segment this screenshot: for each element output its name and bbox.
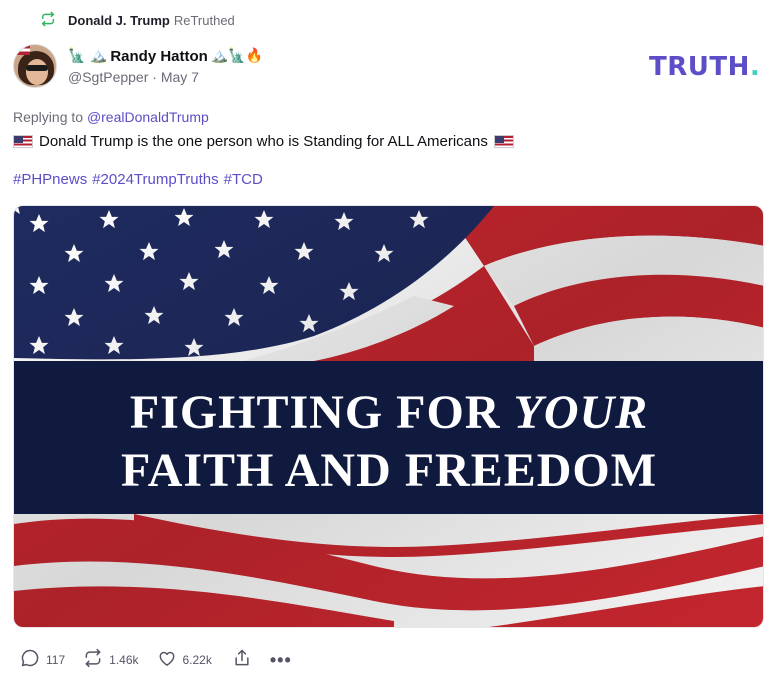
truth-logo[interactable]: TRUTH. — [649, 52, 760, 82]
retruth-action-icon — [83, 648, 103, 671]
name-emoji-suffix: 🏔️🗽🔥 — [210, 48, 264, 64]
display-name[interactable]: Randy Hatton — [110, 48, 208, 65]
more-options-icon: ••• — [269, 649, 292, 670]
handle-row: @SgtPepper · May 7 — [68, 69, 263, 85]
us-flag-emoji-icon — [13, 135, 33, 148]
hashtag-link[interactable]: #PHPnews — [13, 171, 87, 188]
replying-to-label: Replying to — [13, 109, 84, 125]
banner-line-2: FAITH AND FREEDOM — [121, 444, 657, 497]
replying-to: Replying to @realDonaldTrump — [13, 109, 209, 125]
hashtag-link[interactable]: #TCD — [224, 171, 263, 188]
display-name-row[interactable]: 🗽 🏔️ Randy Hatton 🏔️🗽🔥 — [68, 46, 263, 66]
more-options-button[interactable]: ••• — [269, 649, 292, 670]
author-block: 🗽 🏔️ Randy Hatton 🏔️🗽🔥 @SgtPepper · May … — [68, 44, 263, 86]
retruth-count: 1.46k — [109, 652, 139, 667]
user-handle[interactable]: @SgtPepper — [68, 69, 148, 85]
reply-button[interactable]: 117 — [20, 648, 65, 671]
action-bar: 117 1.46k 6.22k ••• — [20, 648, 292, 671]
reply-icon — [20, 648, 40, 671]
reply-count: 117 — [46, 652, 66, 667]
like-count: 6.22k — [182, 652, 212, 667]
hashtags: #PHPnews #2024TrumpTruths #TCD — [13, 171, 263, 188]
hashtag-link[interactable]: #2024TrumpTruths — [92, 171, 218, 188]
banner-line-1: FIGHTING FOR YOUR — [130, 386, 648, 439]
mention-link[interactable]: @realDonaldTrump — [87, 109, 209, 125]
share-button[interactable] — [232, 648, 252, 671]
share-icon — [232, 648, 252, 671]
logo-dot: . — [749, 52, 761, 82]
avatar[interactable] — [13, 44, 57, 88]
name-emoji-prefix: 🗽 🏔️ — [68, 48, 108, 64]
retruth-icon — [40, 11, 56, 30]
post-date[interactable]: May 7 — [161, 69, 199, 85]
post-text: Donald Trump is the one person who is St… — [39, 133, 488, 150]
logo-text: TRUTH — [649, 52, 750, 82]
retruth-label: ReTruthed — [173, 13, 235, 28]
heart-icon — [157, 648, 177, 671]
us-flag-emoji-icon — [493, 135, 514, 148]
post-body: Donald Trump is the one person who is St… — [13, 133, 514, 150]
retruth-button[interactable]: 1.46k — [83, 648, 139, 671]
retruth-bar: Donald J. Trump ReTruthed — [40, 11, 235, 30]
post-image[interactable]: FIGHTING FOR YOUR FAITH AND FREEDOM — [13, 205, 764, 628]
like-button[interactable]: 6.22k — [157, 648, 212, 671]
retruth-user-link[interactable]: Donald J. Trump — [68, 13, 170, 28]
post-header: 🗽 🏔️ Randy Hatton 🏔️🗽🔥 @SgtPepper · May … — [13, 44, 263, 88]
separator: · — [152, 69, 157, 85]
